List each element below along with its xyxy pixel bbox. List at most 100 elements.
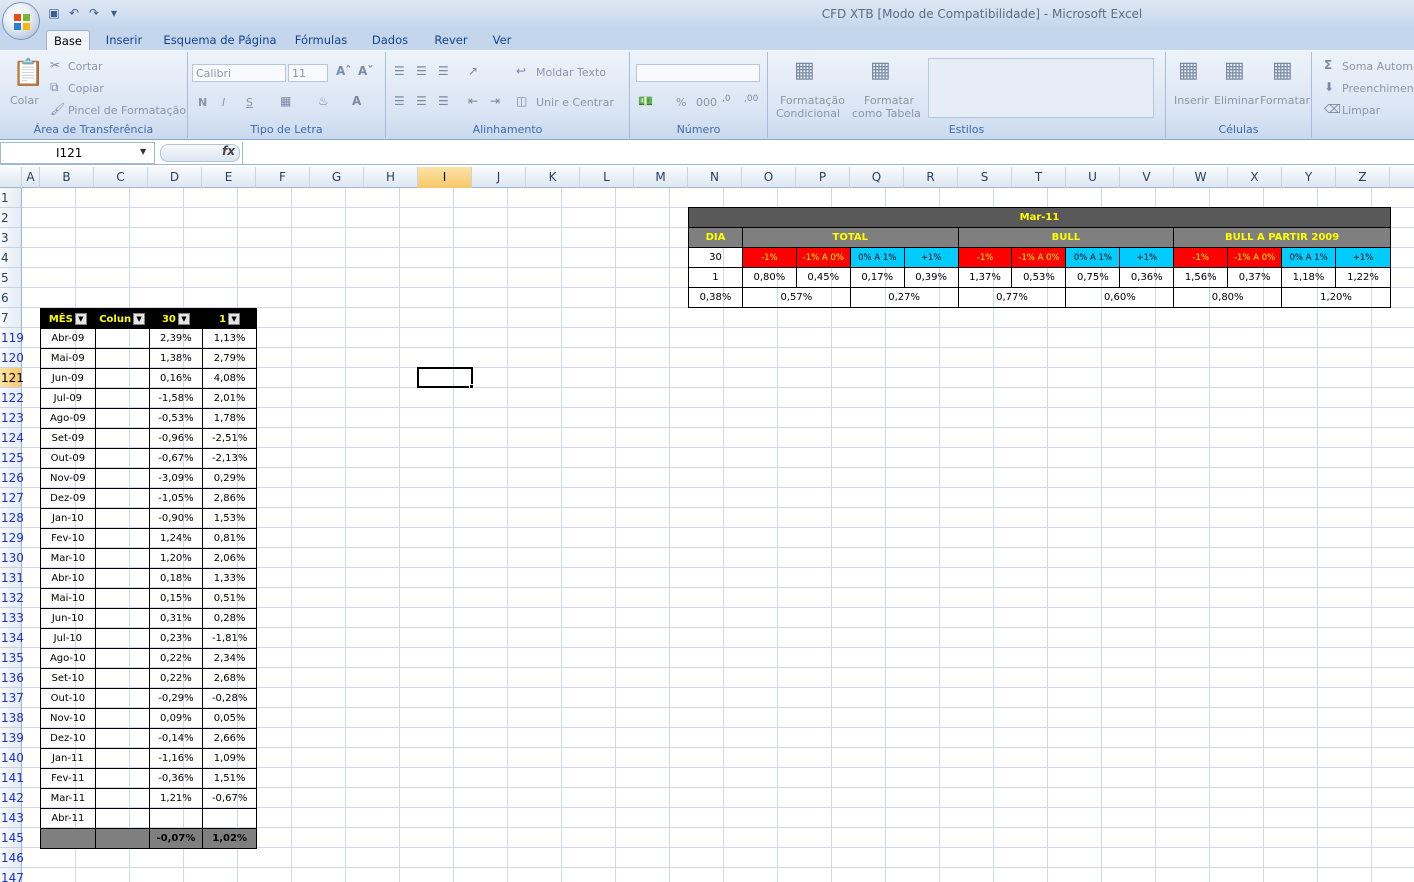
- table-cell[interactable]: Nov-09: [40, 468, 96, 489]
- table-cell[interactable]: [94, 428, 150, 449]
- column-header-cell[interactable]: 30 ▼: [148, 308, 204, 329]
- column-header-S[interactable]: S: [958, 167, 1012, 188]
- row-header-121[interactable]: 121: [0, 368, 24, 388]
- column-header-I[interactable]: I: [418, 167, 472, 188]
- increase-decimal-icon[interactable]: ,0: [722, 94, 731, 104]
- number-format-select[interactable]: [636, 64, 760, 82]
- total-cell[interactable]: [94, 828, 150, 849]
- table-cell[interactable]: [94, 628, 150, 649]
- office-button[interactable]: [2, 2, 40, 40]
- table-cell[interactable]: 2,86%: [202, 488, 257, 509]
- decrease-decimal-icon[interactable]: ,00: [744, 94, 758, 104]
- row-header-125[interactable]: 125: [0, 448, 24, 468]
- table-cell[interactable]: [94, 368, 150, 389]
- table-cell[interactable]: [94, 528, 150, 549]
- column-header-W[interactable]: W: [1174, 167, 1228, 188]
- table-cell[interactable]: [94, 708, 150, 729]
- table-cell[interactable]: 0,29%: [202, 468, 257, 489]
- table-cell[interactable]: 0,81%: [202, 528, 257, 549]
- table-cell[interactable]: Dez-09: [40, 488, 96, 509]
- table-cell[interactable]: [94, 668, 150, 689]
- fill-handle[interactable]: [469, 384, 474, 389]
- table-cell[interactable]: [94, 788, 150, 809]
- total-cell[interactable]: [40, 828, 96, 849]
- column-header-T[interactable]: T: [1012, 167, 1066, 188]
- table-cell[interactable]: 1,09%: [202, 748, 257, 769]
- bucket-value[interactable]: 0,45%: [795, 267, 851, 288]
- format-table-label1[interactable]: Formatar: [864, 94, 914, 107]
- row-header-4[interactable]: 4: [0, 248, 22, 268]
- row-header-133[interactable]: 133: [0, 608, 24, 628]
- pair-average[interactable]: 0,27%: [849, 287, 959, 308]
- table-cell[interactable]: Ago-10: [40, 648, 96, 669]
- table-cell[interactable]: 1,20%: [148, 548, 204, 569]
- table-cell[interactable]: 2,01%: [202, 388, 257, 409]
- table-cell[interactable]: [94, 448, 150, 469]
- column-header-E[interactable]: E: [202, 167, 256, 188]
- tab-ver[interactable]: Ver: [486, 30, 518, 50]
- table-cell[interactable]: -0,14%: [148, 728, 204, 749]
- table-cell[interactable]: 0,22%: [148, 668, 204, 689]
- column-header-U[interactable]: U: [1066, 167, 1120, 188]
- bucket-label[interactable]: +1%: [1119, 247, 1175, 268]
- table-cell[interactable]: 0,09%: [148, 708, 204, 729]
- table-cell[interactable]: 0,16%: [148, 368, 204, 389]
- group-label-1[interactable]: BULL: [957, 227, 1175, 248]
- row-header-136[interactable]: 136: [0, 668, 24, 688]
- table-cell[interactable]: 2,34%: [202, 648, 257, 669]
- currency-icon[interactable]: 💵: [638, 94, 653, 108]
- table-cell[interactable]: [94, 548, 150, 569]
- autosum-button[interactable]: Soma Automá: [1342, 60, 1414, 73]
- column-header-B[interactable]: B: [40, 167, 94, 188]
- bucket-value[interactable]: 1,22%: [1335, 267, 1391, 288]
- pair-average[interactable]: 0,57%: [741, 287, 851, 308]
- font-color-icon[interactable]: A: [352, 94, 361, 108]
- format-painter-button[interactable]: Pincel de Formatação: [68, 104, 186, 117]
- table-cell[interactable]: 1,53%: [202, 508, 257, 529]
- italic-button[interactable]: I: [222, 96, 225, 109]
- table-cell[interactable]: Mar-11: [40, 788, 96, 809]
- row-header-147[interactable]: 147: [0, 868, 24, 882]
- column-header-H[interactable]: H: [364, 167, 418, 188]
- table-cell[interactable]: [94, 408, 150, 429]
- thousands-button[interactable]: 000: [696, 96, 717, 109]
- shrink-font-icon[interactable]: Aˇ: [358, 64, 373, 78]
- table-cell[interactable]: [94, 388, 150, 409]
- table-cell[interactable]: -0,67%: [202, 788, 257, 809]
- table-cell[interactable]: -2,13%: [202, 448, 257, 469]
- table-cell[interactable]: [94, 488, 150, 509]
- conditional-format-label1[interactable]: Formatação: [780, 94, 845, 107]
- table-cell[interactable]: Fev-10: [40, 528, 96, 549]
- table-cell[interactable]: Abr-11: [40, 808, 96, 829]
- pair-average[interactable]: 0,60%: [1065, 287, 1175, 308]
- table-cell[interactable]: 1,38%: [148, 348, 204, 369]
- table-cell[interactable]: [148, 808, 204, 829]
- bucket-value[interactable]: 0,80%: [741, 267, 797, 288]
- align-left-icon[interactable]: ☰: [394, 94, 405, 108]
- table-cell[interactable]: Set-09: [40, 428, 96, 449]
- row-header-128[interactable]: 128: [0, 508, 24, 528]
- increase-indent-icon[interactable]: ⇥: [490, 94, 500, 108]
- table-cell[interactable]: Mar-10: [40, 548, 96, 569]
- row-header-130[interactable]: 130: [0, 548, 24, 568]
- fill-color-icon[interactable]: ♨: [318, 94, 329, 108]
- table-cell[interactable]: 1,51%: [202, 768, 257, 789]
- format-table-label2[interactable]: como Tabela: [852, 107, 921, 120]
- formula-input[interactable]: [242, 142, 1414, 164]
- column-header-C[interactable]: C: [94, 167, 148, 188]
- table-cell[interactable]: Fev-11: [40, 768, 96, 789]
- table-cell[interactable]: Out-10: [40, 688, 96, 709]
- table-cell[interactable]: Nov-10: [40, 708, 96, 729]
- row-header-140[interactable]: 140: [0, 748, 24, 768]
- borders-icon[interactable]: ▦: [280, 94, 291, 108]
- table-cell[interactable]: [94, 748, 150, 769]
- cut-button[interactable]: Cortar: [68, 60, 103, 73]
- row-header-138[interactable]: 138: [0, 708, 24, 728]
- group-label-0[interactable]: TOTAL: [741, 227, 959, 248]
- row-header-123[interactable]: 123: [0, 408, 24, 428]
- bucket-value[interactable]: 0,37%: [1227, 267, 1283, 288]
- count-value[interactable]: 1: [688, 267, 743, 288]
- bucket-label[interactable]: +1%: [1335, 247, 1391, 268]
- conditional-format-label2[interactable]: Condicional: [776, 107, 840, 120]
- row-header-119[interactable]: 119: [0, 328, 24, 348]
